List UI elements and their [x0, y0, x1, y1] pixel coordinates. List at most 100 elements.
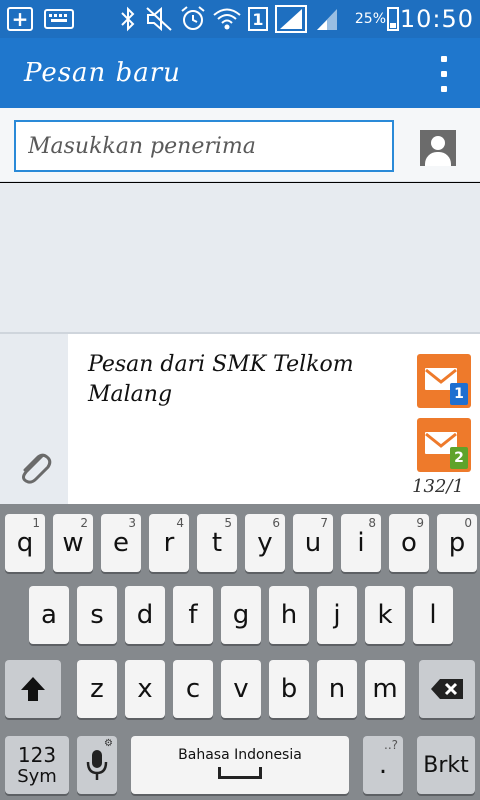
microphone-icon — [86, 750, 108, 780]
key-f[interactable]: f — [173, 586, 213, 644]
message-body[interactable]: Pesan dari SMK Telkom Malang — [88, 350, 398, 410]
keyboard: 1q 2w 3e 4r 5t 6y 7u 8i 9o 0p a s d f g … — [0, 504, 480, 800]
key-j[interactable]: j — [317, 586, 357, 644]
key-hint: 3 — [128, 516, 136, 530]
alarm-icon — [178, 0, 208, 38]
contact-picker-button[interactable] — [420, 130, 456, 166]
compose-area: Pesan dari SMK Telkom Malang 1 2 132/1 — [0, 332, 480, 504]
period-key[interactable]: ..? . — [363, 736, 403, 794]
space-bar-language: Bahasa Indonesia — [178, 747, 302, 763]
key-hint: 4 — [176, 516, 184, 530]
sim1-badge: 1 — [450, 383, 468, 405]
page-title: Pesan baru — [24, 58, 181, 88]
key-d[interactable]: d — [125, 586, 165, 644]
overflow-dot — [441, 86, 447, 92]
symbols-label-top: 123 — [17, 742, 57, 767]
key-s[interactable]: s — [77, 586, 117, 644]
key-b[interactable]: b — [269, 660, 309, 718]
overflow-dot — [441, 56, 447, 62]
voice-input-key[interactable]: ⚙ — [77, 736, 117, 794]
key-label: . — [378, 750, 388, 780]
key-label: i — [357, 528, 365, 558]
conversation-area — [0, 183, 480, 332]
signal-sim1-icon — [274, 0, 308, 38]
key-hint: 1 — [32, 516, 40, 530]
key-label: e — [113, 528, 129, 558]
key-hint: 5 — [224, 516, 232, 530]
key-z[interactable]: z — [77, 660, 117, 718]
key-label: r — [163, 528, 175, 558]
key-label: t — [211, 528, 223, 558]
key-l[interactable]: l — [413, 586, 453, 644]
key-label: y — [257, 528, 273, 558]
key-hint: 9 — [416, 516, 424, 530]
key-hint: 2 — [80, 516, 88, 530]
shift-key[interactable] — [5, 660, 61, 718]
space-icon — [218, 767, 262, 779]
send-sim2-button[interactable]: 2 — [417, 418, 471, 472]
key-q[interactable]: 1q — [5, 514, 45, 572]
key-u[interactable]: 7u — [293, 514, 333, 572]
key-label: w — [62, 528, 84, 558]
key-m[interactable]: m — [365, 660, 405, 718]
key-t[interactable]: 5t — [197, 514, 237, 572]
shift-arrow-icon — [21, 677, 45, 701]
character-counter: 132/1 — [412, 476, 464, 497]
wifi-icon — [212, 0, 242, 38]
action-bar: Pesan baru — [0, 38, 480, 108]
signal-sim2-icon — [314, 0, 340, 38]
key-r[interactable]: 4r — [149, 514, 189, 572]
key-i[interactable]: 8i — [341, 514, 381, 572]
attach-column — [0, 334, 68, 504]
key-c[interactable]: c — [173, 660, 213, 718]
paperclip-icon — [22, 453, 52, 484]
bluetooth-icon — [116, 0, 140, 38]
symbols-key[interactable]: 123 Sym — [5, 736, 69, 794]
battery-percent: 25% — [354, 11, 386, 27]
key-n[interactable]: n — [317, 660, 357, 718]
gear-icon: ⚙ — [104, 738, 113, 749]
key-label: p — [448, 528, 466, 558]
mute-icon — [144, 0, 174, 38]
key-w[interactable]: 2w — [53, 514, 93, 572]
key-hint: 7 — [320, 516, 328, 530]
send-sim1-button[interactable]: 1 — [417, 354, 471, 408]
recipient-input[interactable] — [14, 120, 394, 172]
key-o[interactable]: 9o — [389, 514, 429, 572]
attach-button[interactable] — [12, 444, 56, 488]
key-hint: 0 — [464, 516, 472, 530]
sim2-badge: 2 — [450, 447, 468, 469]
key-label: o — [401, 528, 417, 558]
overflow-menu-button[interactable] — [434, 56, 454, 92]
key-label: u — [304, 528, 322, 558]
backspace-icon — [431, 679, 463, 699]
key-hint: 8 — [368, 516, 376, 530]
key-hint: 6 — [272, 516, 280, 530]
key-h[interactable]: h — [269, 586, 309, 644]
key-p[interactable]: 0p — [437, 514, 477, 572]
key-label: q — [16, 528, 34, 558]
battery-icon — [386, 0, 400, 38]
status-bar: + 1 25% 10:50 — [0, 0, 480, 38]
add-notification-icon: + — [6, 0, 34, 38]
key-k[interactable]: k — [365, 586, 405, 644]
overflow-dot — [441, 71, 447, 77]
key-y[interactable]: 6y — [245, 514, 285, 572]
recipient-row — [0, 108, 480, 182]
keyboard-icon — [44, 0, 74, 38]
key-g[interactable]: g — [221, 586, 261, 644]
contact-icon-body — [425, 152, 451, 166]
symbols-label-bottom: Sym — [17, 765, 57, 787]
key-hint: ..? — [384, 738, 398, 752]
contact-icon — [431, 136, 445, 150]
sim1-icon: 1 — [246, 0, 270, 38]
key-a[interactable]: a — [29, 586, 69, 644]
enter-key[interactable]: Brkt — [417, 736, 475, 794]
key-x[interactable]: x — [125, 660, 165, 718]
backspace-key[interactable] — [419, 660, 475, 718]
space-bar[interactable]: Bahasa Indonesia — [131, 736, 349, 794]
clock: 10:50 — [399, 5, 474, 33]
key-v[interactable]: v — [221, 660, 261, 718]
screen: + 1 25% 10:50 Pesan baru Masukkan peneri… — [0, 0, 480, 800]
key-e[interactable]: 3e — [101, 514, 141, 572]
